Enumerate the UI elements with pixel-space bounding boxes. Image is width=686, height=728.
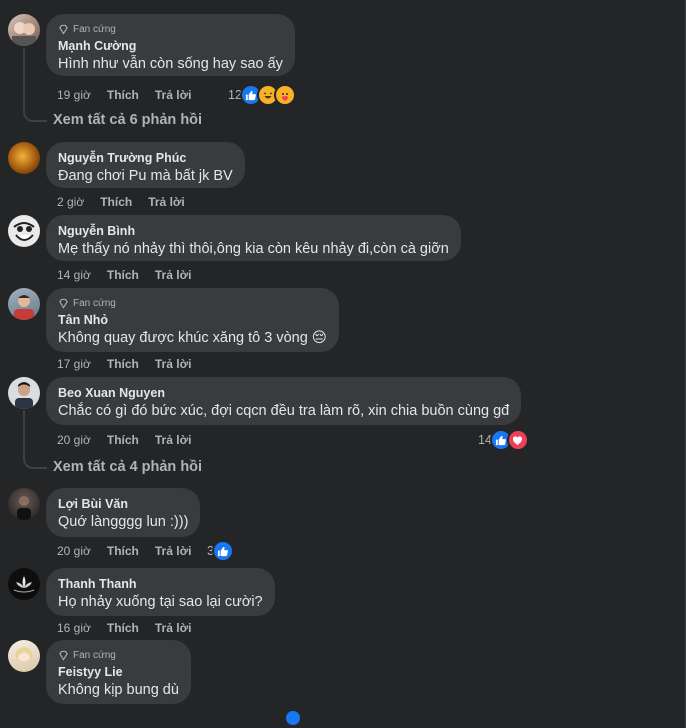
- diamond-icon: [59, 298, 68, 309]
- author-name[interactable]: Tân Nhỏ: [58, 312, 327, 328]
- like-button[interactable]: Thích: [107, 356, 139, 372]
- timestamp[interactable]: 2 giờ: [57, 194, 84, 210]
- reply-button[interactable]: Trả lời: [155, 432, 192, 448]
- comment-actions: 19 giờ Thích Trả lời: [57, 87, 191, 103]
- like-button[interactable]: Thích: [107, 620, 139, 636]
- avatar[interactable]: [8, 640, 40, 672]
- comment-bubble: Fan cứng Feistyy Lie Không kịp bung dù: [46, 640, 191, 704]
- diamond-icon: [59, 24, 68, 35]
- author-name[interactable]: Mạnh Cường: [58, 38, 283, 54]
- avatar[interactable]: [8, 488, 40, 520]
- author-name[interactable]: Lợi Bùi Văn: [58, 496, 188, 512]
- timestamp[interactable]: 19 giờ: [57, 87, 91, 103]
- comment-bubble: Beo Xuan Nguyen Chắc có gì đó bức xúc, đ…: [46, 377, 522, 425]
- comment-actions: 20 giờ Thích Trả lời: [57, 543, 191, 559]
- avatar[interactable]: [8, 142, 40, 174]
- fan-badge: Fan cứng: [58, 648, 179, 662]
- timestamp[interactable]: 20 giờ: [57, 543, 91, 559]
- comment-bubble: Nguyễn Trường Phúc Đang chơi Pu mà bất j…: [46, 142, 245, 188]
- avatar[interactable]: [8, 14, 40, 46]
- fan-badge: Fan cứng: [58, 22, 283, 36]
- thread-line: [23, 410, 47, 469]
- author-name[interactable]: Feistyy Lie: [58, 664, 179, 680]
- comment-text: Họ nhảy xuống tại sao lại cười?: [58, 594, 263, 610]
- timestamp[interactable]: 14 giờ: [57, 267, 91, 283]
- comment-text: Không quay được khúc xăng tô 3 vòng 😔: [58, 330, 327, 346]
- reply-button[interactable]: Trả lời: [148, 194, 185, 210]
- reply-button[interactable]: Trả lời: [155, 267, 192, 283]
- like-button[interactable]: Thích: [100, 194, 132, 210]
- author-name[interactable]: Nguyễn Bình: [58, 223, 449, 239]
- reaction-summary[interactable]: 12: [228, 84, 296, 106]
- fan-badge: Fan cứng: [58, 296, 327, 310]
- comment-actions: 17 giờ Thích Trả lời: [57, 356, 191, 372]
- fan-badge-label: Fan cứng: [73, 649, 116, 661]
- reaction-icon-partial: [286, 711, 300, 725]
- comment-actions: 14 giờ Thích Trả lời: [57, 267, 191, 283]
- author-name[interactable]: Nguyễn Trường Phúc: [58, 150, 233, 166]
- comment-text: Mẹ thấy nó nhảy thì thôi,ông kia còn kêu…: [58, 241, 449, 257]
- comment-actions: 2 giờ Thích Trả lời: [57, 194, 185, 210]
- comment-actions: 20 giờ Thích Trả lời: [57, 432, 191, 448]
- comment-text: Đang chơi Pu mà bất jk BV: [58, 168, 233, 184]
- like-button[interactable]: Thích: [107, 432, 139, 448]
- comment-bubble: Nguyễn Bình Mẹ thấy nó nhảy thì thôi,ông…: [46, 215, 461, 261]
- view-replies-link[interactable]: Xem tất cả 6 phản hồi: [53, 112, 202, 128]
- comment-text: Quớ làngggg lun :))): [58, 514, 189, 530]
- reaction-summary[interactable]: 14: [478, 429, 529, 451]
- avatar[interactable]: [8, 568, 40, 600]
- reply-button[interactable]: Trả lời: [155, 620, 192, 636]
- reply-button[interactable]: Trả lời: [155, 356, 192, 372]
- timestamp[interactable]: 20 giờ: [57, 432, 91, 448]
- timestamp[interactable]: 16 giờ: [57, 620, 91, 636]
- avatar[interactable]: [8, 288, 40, 320]
- like-button[interactable]: Thích: [107, 543, 139, 559]
- comment-bubble: Fan cứng Tân Nhỏ Không quay được khúc xă…: [46, 288, 339, 352]
- like-button[interactable]: Thích: [107, 267, 139, 283]
- view-replies-link[interactable]: Xem tất cả 4 phản hồi: [53, 459, 202, 475]
- reaction-summary[interactable]: 3: [207, 540, 234, 562]
- thread-line: [23, 48, 47, 122]
- comment-actions: 16 giờ Thích Trả lời: [57, 620, 191, 636]
- fan-badge-label: Fan cứng: [73, 297, 116, 309]
- reply-button[interactable]: Trả lời: [155, 87, 192, 103]
- comment-bubble: Lợi Bùi Văn Quớ làngggg lun :))): [46, 488, 201, 537]
- avatar[interactable]: [8, 377, 40, 409]
- comment-text: Hình như vẫn còn sống hay sao ấy: [58, 56, 283, 72]
- comment-text: Không kịp bung dù: [58, 682, 179, 698]
- like-icon: [211, 540, 234, 562]
- fan-badge-label: Fan cứng: [73, 23, 116, 35]
- timestamp[interactable]: 17 giờ: [57, 356, 91, 372]
- diamond-icon: [59, 650, 68, 661]
- care-icon: [273, 84, 296, 106]
- like-button[interactable]: Thích: [107, 87, 139, 103]
- comment-bubble: Fan cứng Mạnh Cường Hình như vẫn còn sốn…: [46, 14, 295, 76]
- comment-text: Chắc có gì đó bức xúc, đợi cqcn đều tra …: [58, 403, 510, 419]
- love-icon: [506, 429, 529, 451]
- author-name[interactable]: Thanh Thanh: [58, 576, 263, 592]
- reply-button[interactable]: Trả lời: [155, 543, 192, 559]
- author-name[interactable]: Beo Xuan Nguyen: [58, 385, 509, 401]
- avatar[interactable]: [8, 215, 40, 247]
- comment-bubble: Thanh Thanh Họ nhảy xuống tại sao lại cư…: [46, 568, 275, 616]
